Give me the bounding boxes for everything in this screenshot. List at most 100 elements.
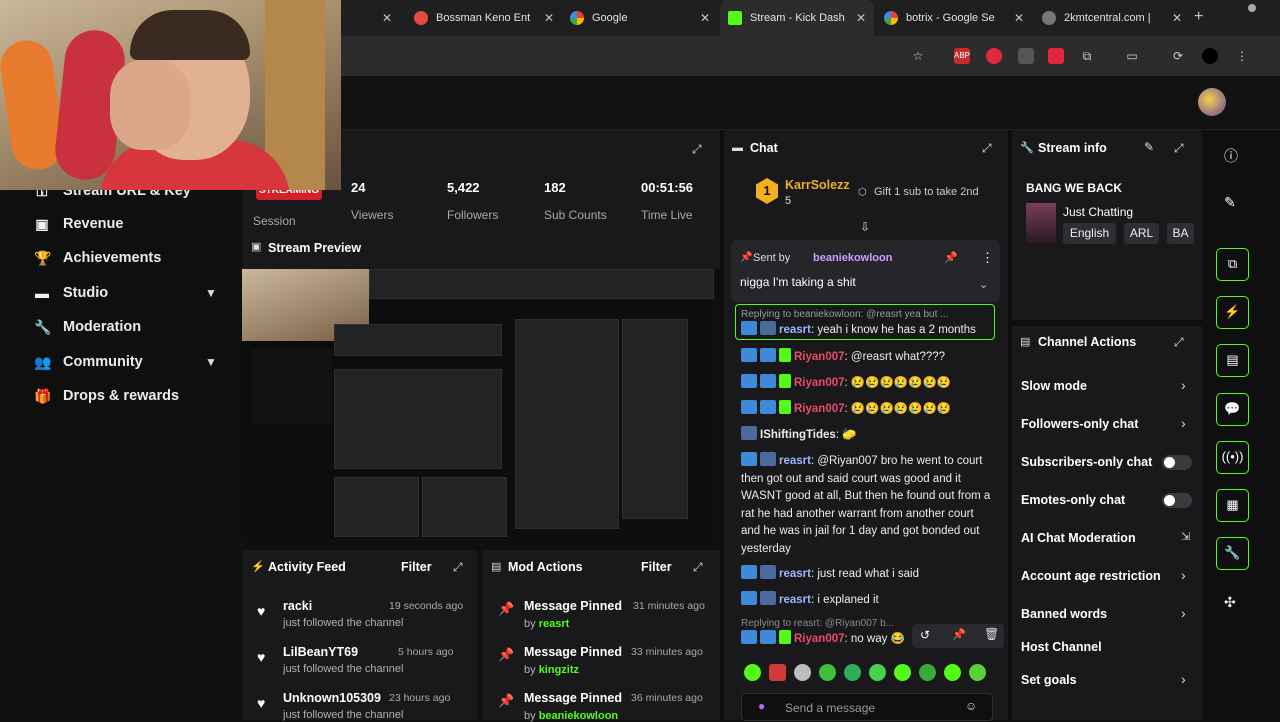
- sidebar-item-community[interactable]: 👥 Community: [34, 354, 143, 370]
- tab-2kmtcentral[interactable]: 2kmtcentral.com | ✕: [1034, 0, 1190, 36]
- action-followers-only[interactable]: Followers-only chat: [1021, 417, 1138, 431]
- notes-button[interactable]: ▤: [1216, 344, 1249, 377]
- emote-icon[interactable]: [769, 664, 786, 681]
- emotes-only-toggle[interactable]: [1162, 493, 1192, 508]
- unpin-icon[interactable]: 📌: [944, 251, 958, 264]
- category-name[interactable]: Just Chatting: [1063, 205, 1133, 219]
- chevron-right-icon[interactable]: ›: [1181, 671, 1186, 687]
- edit-pencil-icon[interactable]: ✎: [1224, 194, 1236, 211]
- stream-preview-video[interactable]: [242, 269, 714, 539]
- chevron-right-icon[interactable]: ›: [1181, 605, 1186, 621]
- bookmark-star-icon[interactable]: ☆: [910, 48, 926, 64]
- chevron-right-icon[interactable]: ›: [1181, 377, 1186, 393]
- microphone-icon[interactable]: ●: [758, 699, 765, 713]
- reply-icon[interactable]: ↺: [920, 628, 930, 642]
- scroll-arrow-icon[interactable]: ⇩: [860, 220, 870, 234]
- action-host-channel[interactable]: Host Channel: [1021, 640, 1102, 654]
- user-avatar[interactable]: [1198, 88, 1226, 116]
- edit-pencil-icon[interactable]: ✎: [1144, 140, 1154, 154]
- expand-icon[interactable]: ⤢: [1174, 335, 1184, 350]
- sidebar-item-revenue[interactable]: ▣ Revenue: [34, 216, 123, 232]
- new-tab-button[interactable]: +: [1194, 8, 1203, 26]
- kebab-menu-icon[interactable]: ⋮: [1234, 48, 1250, 64]
- more-tools-icon[interactable]: ✣: [1224, 594, 1236, 611]
- action-set-goals[interactable]: Set goals: [1021, 673, 1077, 687]
- chevron-down-icon[interactable]: ▼: [205, 355, 217, 369]
- emote-icon[interactable]: [869, 664, 886, 681]
- close-icon[interactable]: ✕: [856, 11, 866, 25]
- close-icon[interactable]: ✕: [544, 11, 554, 25]
- emote-icon[interactable]: [744, 664, 761, 681]
- emoji-picker-icon[interactable]: ☺: [965, 699, 977, 713]
- chevron-right-icon[interactable]: ›: [1181, 415, 1186, 431]
- action-account-age[interactable]: Account age restriction: [1021, 569, 1161, 583]
- filter-button[interactable]: Filter: [641, 560, 672, 574]
- gift-sub-prompt[interactable]: Gift 1 sub to take 2nd: [874, 186, 979, 198]
- expand-icon[interactable]: ⤢: [982, 141, 992, 156]
- puzzle-extensions-icon[interactable]: ⧉: [1079, 48, 1095, 64]
- top-gifter-name[interactable]: KarrSolezz: [785, 178, 850, 192]
- layout-button[interactable]: ▦: [1216, 489, 1249, 522]
- tab-kick-dashboard[interactable]: Stream - Kick Dash ✕: [720, 0, 874, 36]
- kebab-menu-icon[interactable]: ⋮: [981, 250, 994, 266]
- wrench-button[interactable]: 🔧: [1216, 537, 1249, 570]
- chat-username[interactable]: reasrt: [779, 594, 811, 606]
- profile-dot-icon[interactable]: [1248, 4, 1256, 12]
- clip-button[interactable]: ⧉: [1216, 248, 1249, 281]
- emote-icon[interactable]: [844, 664, 861, 681]
- subscribers-only-toggle[interactable]: [1162, 455, 1192, 470]
- chat-message-input[interactable]: ● Send a message ☺: [741, 693, 993, 721]
- moderator-name[interactable]: kingzitz: [539, 664, 579, 676]
- expand-icon[interactable]: ⤢: [453, 560, 463, 575]
- action-banned-words[interactable]: Banned words: [1021, 607, 1107, 621]
- moderator-name[interactable]: beaniekowloon: [539, 710, 618, 722]
- pinned-user[interactable]: beaniekowloon: [813, 252, 892, 264]
- chevron-down-icon[interactable]: ⌄: [979, 278, 988, 291]
- tag-pill[interactable]: English: [1063, 223, 1116, 244]
- emote-icon[interactable]: [819, 664, 836, 681]
- emote-icon[interactable]: [919, 664, 936, 681]
- follower-name[interactable]: Unknown105309: [283, 691, 403, 705]
- emote-icon[interactable]: [944, 664, 961, 681]
- youtube-extension-icon[interactable]: [1048, 48, 1064, 64]
- sidebar-item-achievements[interactable]: 🏆 Achievements: [34, 250, 161, 266]
- chat-username[interactable]: Riyan007: [794, 351, 845, 363]
- pin-icon[interactable]: 📌: [952, 628, 966, 641]
- chat-username[interactable]: Riyan007: [794, 403, 845, 415]
- lightning-button[interactable]: ⚡: [1216, 296, 1249, 329]
- external-link-icon[interactable]: ⇲: [1181, 530, 1190, 543]
- chat-username[interactable]: reasrt: [779, 324, 811, 336]
- expand-icon[interactable]: ⤢: [1174, 141, 1184, 156]
- delete-icon[interactable]: 🗑: [984, 627, 999, 641]
- emote-icon[interactable]: [969, 664, 986, 681]
- tab-bossman[interactable]: Bossman Keno Ent ✕: [406, 0, 562, 36]
- tag-pill[interactable]: BA: [1167, 223, 1194, 244]
- adblock-extension-icon[interactable]: ABP: [954, 48, 970, 64]
- sync-icon[interactable]: ⟳: [1170, 48, 1186, 64]
- chat-username[interactable]: Riyan007: [794, 633, 845, 645]
- broadcast-button[interactable]: ((•)): [1216, 441, 1249, 474]
- extension-red-icon[interactable]: [986, 48, 1002, 64]
- tab-0[interactable]: ✕: [344, 0, 400, 36]
- profile-avatar-icon[interactable]: [1202, 48, 1218, 64]
- chevron-right-icon[interactable]: ›: [1181, 567, 1186, 583]
- moderator-name[interactable]: reasrt: [539, 618, 570, 630]
- chat-username[interactable]: Riyan007: [794, 377, 845, 389]
- chat-username[interactable]: reasrt: [779, 455, 811, 467]
- chat-username[interactable]: reasrt: [779, 568, 811, 580]
- info-icon[interactable]: ⓘ: [1224, 146, 1238, 166]
- emote-icon[interactable]: [794, 664, 811, 681]
- action-slow-mode[interactable]: Slow mode: [1021, 379, 1087, 393]
- follower-name[interactable]: racki: [283, 599, 403, 613]
- cast-icon[interactable]: ▭: [1124, 48, 1140, 64]
- expand-icon[interactable]: ⤢: [692, 142, 702, 157]
- sidebar-item-moderation[interactable]: 🔧 Moderation: [34, 319, 141, 335]
- sidebar-item-studio[interactable]: ▬ Studio: [34, 285, 108, 301]
- filter-button[interactable]: Filter: [401, 560, 432, 574]
- chat-username[interactable]: IShiftingTides: [760, 429, 836, 441]
- action-ai-moderation[interactable]: AI Chat Moderation: [1021, 531, 1136, 545]
- follower-name[interactable]: LilBeanYT69: [283, 645, 403, 659]
- tag-pill[interactable]: ARL: [1124, 223, 1159, 244]
- close-icon[interactable]: ✕: [1014, 11, 1024, 25]
- sidebar-item-drops[interactable]: 🎁 Drops & rewards: [34, 388, 179, 404]
